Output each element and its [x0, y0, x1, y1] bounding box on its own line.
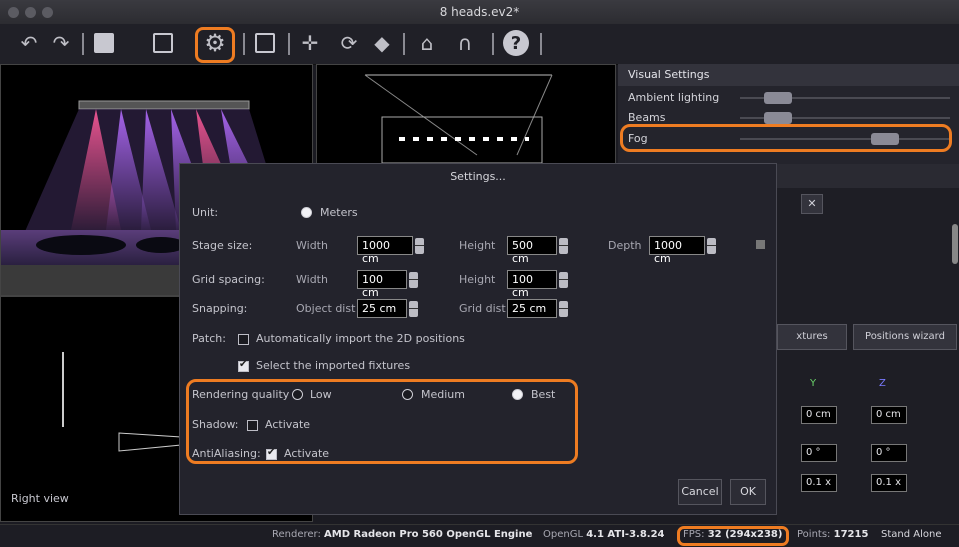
mode-status: Stand Alone: [881, 529, 942, 540]
fps-highlight: [677, 526, 789, 546]
toolbar-divider: [243, 33, 245, 55]
grid-dist-field[interactable]: 25 cm: [507, 299, 568, 318]
toolbar-divider: [492, 33, 494, 55]
ambient-lighting-handle[interactable]: [763, 92, 792, 104]
points-status: Points: 17215: [797, 529, 869, 540]
ok-button[interactable]: OK: [730, 479, 766, 505]
tab-positions-wizard[interactable]: Positions wizard: [853, 324, 957, 350]
import-icon[interactable]: [150, 30, 176, 56]
grid-dist-stepper[interactable]: [559, 301, 568, 317]
select-imported-label: Select the imported fixtures: [256, 359, 411, 372]
title-bar: 8 heads.ev2*: [0, 0, 959, 25]
stage-height-stepper[interactable]: [559, 238, 568, 254]
auto-import-checkbox[interactable]: [238, 334, 249, 345]
scrollbar[interactable]: [952, 224, 958, 264]
help-icon[interactable]: ?: [503, 30, 529, 56]
move-icon[interactable]: ✛: [297, 30, 323, 56]
grid-height-label: Height: [459, 273, 496, 286]
column-y-header: Y: [810, 378, 817, 389]
z-rotation-field[interactable]: 0 °: [871, 444, 907, 462]
visual-settings-title: Visual Settings: [618, 64, 959, 86]
window-title: 8 heads.ev2*: [439, 5, 520, 19]
link-toggle-icon[interactable]: [756, 240, 765, 249]
magnet-icon[interactable]: ∩: [452, 30, 478, 56]
stage-depth-label: Depth: [608, 239, 642, 252]
cancel-button[interactable]: Cancel: [678, 479, 722, 505]
rotate-icon[interactable]: ⟳: [336, 30, 362, 56]
renderer-status: Renderer: AMD Radeon Pro 560 OpenGL Engi…: [272, 529, 533, 540]
unit-label: Unit:: [192, 206, 219, 219]
grid-width-field[interactable]: 100 cm: [357, 270, 418, 299]
ambient-lighting-slider-row: Ambient lighting: [628, 89, 950, 107]
gobo-icon[interactable]: ⌂: [414, 30, 440, 56]
ambient-lighting-label: Ambient lighting: [628, 91, 720, 104]
fixture-panel-header: [777, 164, 959, 188]
grid-width-stepper[interactable]: [409, 272, 418, 288]
undo-icon[interactable]: ↶: [16, 30, 42, 56]
y-position-field[interactable]: 0 cm: [801, 406, 837, 424]
status-bar: Renderer: AMD Radeon Pro 560 OpenGL Engi…: [0, 524, 959, 547]
fixture-panel: ✕ xtures Positions wizard Y Z 0 cm 0 cm …: [777, 164, 959, 524]
column-z-header: Z: [879, 378, 886, 389]
right-view-label: Right view: [11, 492, 69, 505]
z-position-field[interactable]: 0 cm: [871, 406, 907, 424]
toolbar-divider: [540, 33, 542, 55]
grid-width-label: Width: [296, 273, 328, 286]
object-dist-stepper[interactable]: [409, 301, 418, 317]
toolbar-divider: [288, 33, 290, 55]
stage-depth-field[interactable]: 1000 cm: [649, 236, 716, 265]
close-icon[interactable]: ✕: [801, 194, 823, 214]
redo-icon[interactable]: ↷: [48, 30, 74, 56]
top-viewport[interactable]: [316, 64, 616, 164]
object-dist-label: Object dist: [296, 302, 356, 315]
toolbar: ↶ ↷ ⚙ ✛ ⟳ ◆ ⌂ ∩ ?: [0, 24, 959, 65]
stage-width-stepper[interactable]: [415, 238, 424, 254]
rendering-options-highlight: [186, 379, 578, 464]
top-view-render: [317, 65, 615, 164]
grid-height-field[interactable]: 100 cm: [507, 270, 568, 299]
frame-icon[interactable]: [91, 30, 117, 56]
meters-radio[interactable]: [301, 207, 312, 218]
stage-depth-stepper[interactable]: [707, 238, 716, 254]
opengl-status: OpenGL 4.1 ATI-3.8.24: [543, 529, 665, 540]
snapping-label: Snapping:: [192, 302, 248, 315]
settings-highlight: [195, 27, 235, 63]
y-rotation-field[interactable]: 0 °: [801, 444, 837, 462]
stage-height-field[interactable]: 500 cm: [507, 236, 568, 265]
beams-handle[interactable]: [763, 112, 792, 124]
patch-label: Patch:: [192, 332, 226, 345]
diamond-icon[interactable]: ◆: [369, 30, 395, 56]
stage-height-label: Height: [459, 239, 496, 252]
chart-icon[interactable]: [252, 30, 278, 56]
fog-highlight: [620, 124, 952, 152]
object-dist-field[interactable]: 25 cm: [357, 299, 418, 318]
toolbar-divider: [403, 33, 405, 55]
z-scale-field[interactable]: 0.1 x: [871, 474, 907, 492]
y-scale-field[interactable]: 0.1 x: [801, 474, 837, 492]
grid-dist-label: Grid dist: [459, 302, 506, 315]
dialog-title: Settings...: [450, 170, 506, 183]
stage-width-field[interactable]: 1000 cm: [357, 236, 424, 265]
beams-label: Beams: [628, 111, 666, 124]
tab-fixtures[interactable]: xtures: [777, 324, 847, 350]
select-imported-checkbox[interactable]: [238, 359, 249, 372]
stage-size-label: Stage size:: [192, 239, 253, 252]
auto-import-label: Automatically import the 2D positions: [256, 332, 465, 345]
stage-width-label: Width: [296, 239, 328, 252]
grid-spacing-label: Grid spacing:: [192, 273, 265, 286]
grid-height-stepper[interactable]: [559, 272, 568, 288]
meters-label: Meters: [320, 206, 358, 219]
settings-dialog: Settings... Unit: Meters Stage size: Wid…: [179, 163, 777, 515]
toolbar-divider: [82, 33, 84, 55]
